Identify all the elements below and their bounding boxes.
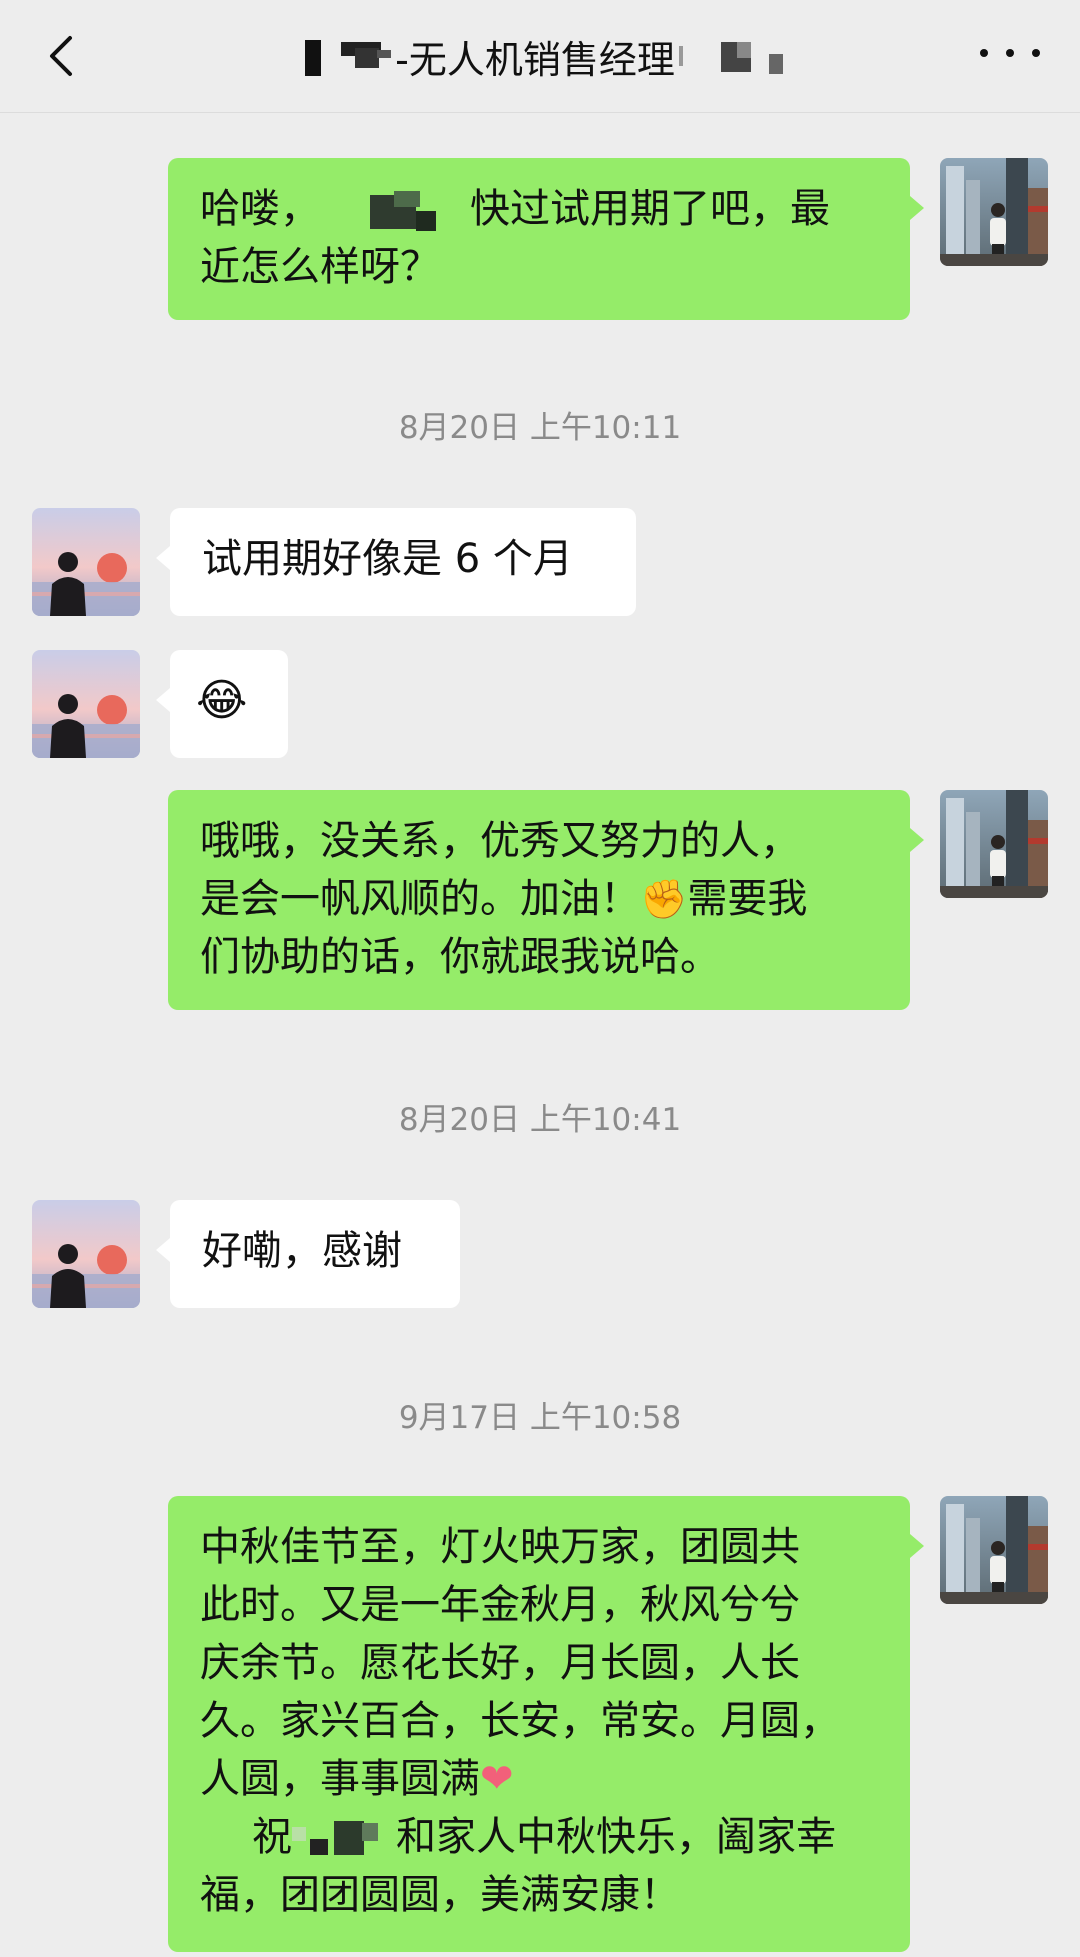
self-avatar-image: [940, 158, 1048, 266]
message-bubble-self[interactable]: 中秋佳节至，灯火映万家，团圆共 此时。又是一年金秋月，秋风兮兮 庆余节。愿花长好…: [168, 1496, 924, 1952]
contact-avatar[interactable]: [32, 508, 140, 616]
timestamp: 8月20日 上午10:41: [398, 1102, 682, 1138]
contact-avatar-image: [32, 1200, 140, 1308]
timestamp: 9月17日 上午10:58: [398, 1400, 682, 1436]
back-button[interactable]: [38, 26, 82, 86]
self-avatar[interactable]: [940, 158, 1048, 266]
message-bubble-other[interactable]: 好嘞，感谢: [156, 1200, 460, 1308]
more-button[interactable]: [980, 38, 1040, 68]
self-avatar-image: [940, 790, 1048, 898]
heart-icon: ❤: [480, 1756, 514, 1802]
contact-avatar-image: [32, 650, 140, 758]
redacted-name-prefix: [285, 36, 395, 76]
message-bubble-other[interactable]: 😂: [156, 650, 288, 758]
tears-of-joy-emoji-icon: 😂: [196, 675, 248, 726]
chat-title-area: -无人机销售经理: [230, 28, 870, 84]
redacted-name: [292, 1819, 396, 1859]
contact-avatar[interactable]: [32, 650, 140, 758]
more-dots-icon: [980, 49, 988, 57]
contact-avatar[interactable]: [32, 1200, 140, 1308]
contact-avatar-image: [32, 508, 140, 616]
redacted-name-suffix: [675, 36, 815, 76]
chat-header: -无人机销售经理: [0, 0, 1080, 113]
chat-title: -无人机销售经理: [395, 37, 675, 82]
timestamp: 8月20日 上午10:11: [398, 410, 682, 446]
message-bubble-self[interactable]: 哈喽， 快过试用期了吧，最 近怎么样呀？: [168, 158, 924, 320]
message-bubble-self[interactable]: 哦哦，没关系，优秀又努力的人， 是会一帆风顺的。加油！✊需要我 们协助的话，你就…: [168, 790, 924, 1010]
self-avatar[interactable]: [940, 1496, 1048, 1604]
redacted-name: [320, 191, 470, 231]
chevron-left-icon: [50, 36, 72, 76]
raised-fist-emoji-icon: ✊: [640, 877, 688, 921]
self-avatar[interactable]: [940, 790, 1048, 898]
self-avatar-image: [940, 1496, 1048, 1604]
message-bubble-other[interactable]: 试用期好像是 6 个月: [156, 508, 636, 616]
